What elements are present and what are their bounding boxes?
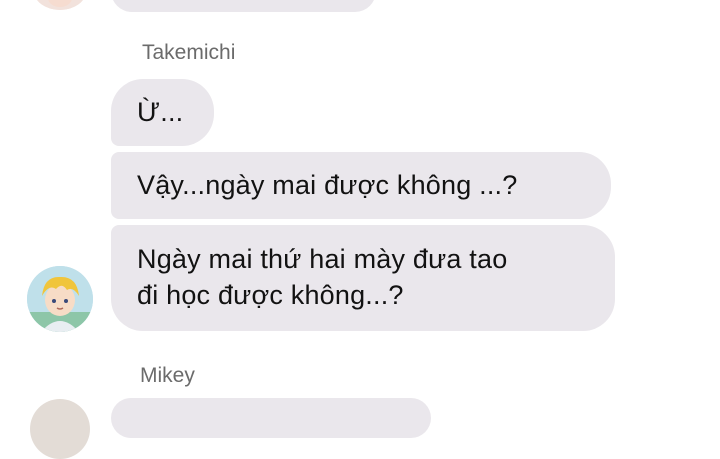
message-bubble: Vậy...ngày mai được không ...? <box>111 152 611 219</box>
message-text: Ừ... <box>137 97 184 127</box>
message-bubble-next <box>111 398 431 438</box>
sender-name-takemichi: Takemichi <box>142 41 236 64</box>
avatar-takemichi[interactable] <box>27 266 93 332</box>
message-bubble: Ừ... <box>111 79 214 146</box>
message-text: Vậy...ngày mai được không ...? <box>137 170 518 200</box>
sender-name-mikey: Mikey <box>140 364 195 387</box>
avatar-previous-sender[interactable] <box>34 0 86 10</box>
avatar-mikey[interactable] <box>30 399 90 459</box>
message-text: Ngày mai thứ hai mày đưa tao đi học được… <box>137 244 508 310</box>
avatar-image <box>27 266 93 332</box>
message-bubble: Ngày mai thứ hai mày đưa tao đi học được… <box>111 225 615 331</box>
message-bubble-previous <box>111 0 376 12</box>
